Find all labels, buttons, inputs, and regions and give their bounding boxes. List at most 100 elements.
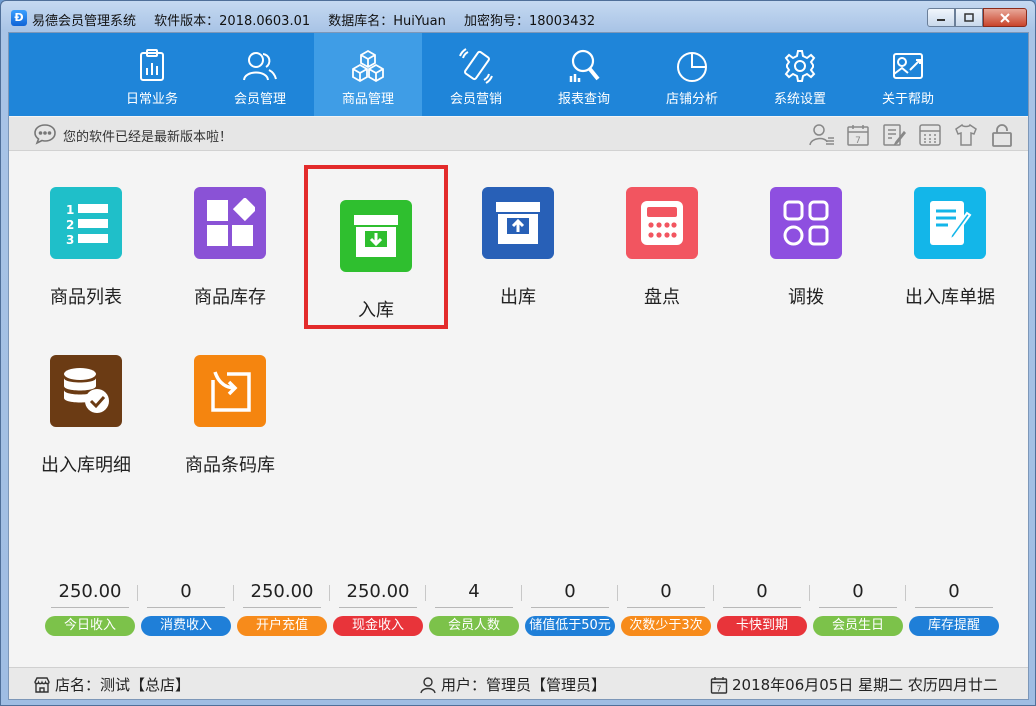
- nav-label: 日常业务: [125, 92, 178, 107]
- calculator-button[interactable]: [912, 121, 948, 149]
- stat-label: 储值低于50元: [525, 616, 615, 636]
- stat-today-income[interactable]: 250.00 今日收入: [42, 579, 138, 636]
- help-icon: [893, 53, 923, 79]
- stat-stock-alert[interactable]: 0 库存提醒: [906, 579, 1002, 636]
- clipboard-chart-icon: [140, 49, 164, 81]
- calendar-day: 7: [716, 684, 721, 693]
- nav-store-analysis[interactable]: 店铺分析: [638, 33, 746, 116]
- update-message: 您的软件已经是最新版本啦！: [63, 130, 233, 145]
- function-tiles: 1 2 3 商品列表 商品库存 入库 出库 盘点 调拨 出入库单据 出入库明细 …: [9, 152, 1028, 572]
- close-button[interactable]: [983, 8, 1027, 27]
- calculator-icon: [626, 187, 698, 259]
- stat-account-recharge[interactable]: 250.00 开户充值: [234, 579, 330, 636]
- import-box-icon: [194, 355, 266, 427]
- user-name: 用户：管理员【管理员】: [441, 676, 607, 694]
- stat-value: 250.00: [58, 581, 122, 602]
- tile-stock-out[interactable]: 出库: [446, 152, 590, 312]
- pie-chart-icon: [677, 52, 707, 82]
- cubes-icon: [352, 49, 384, 83]
- stat-label: 开户充值: [237, 616, 327, 636]
- tile-label: 出入库明细: [41, 455, 131, 476]
- tile-stock-documents[interactable]: 出入库单据: [878, 152, 1022, 312]
- stat-value: 0: [948, 581, 960, 602]
- statistics-panel: 250.00 今日收入 0 消费收入 250.00 开户充值 250.00 现金…: [42, 579, 1002, 636]
- current-date: 2018年06月05日 星期二 农历四月廿二: [732, 676, 998, 694]
- tile-label: 入库: [358, 300, 394, 321]
- top-navigation: 日常业务 会员管理 商品管理 会员营销 报表查询 店铺分析 系统设置 关于帮助: [9, 33, 1028, 116]
- stat-consumption-income[interactable]: 0 消费收入: [138, 579, 234, 636]
- tile-stock-details[interactable]: 出入库明细: [14, 320, 158, 480]
- tile-transfer[interactable]: 调拨: [734, 152, 878, 312]
- stat-label: 会员人数: [429, 616, 519, 636]
- skin-button[interactable]: [948, 121, 984, 149]
- stat-value: 0: [756, 581, 768, 602]
- stat-label: 库存提醒: [909, 616, 999, 636]
- maximize-button[interactable]: [955, 8, 983, 27]
- nav-label: 会员管理: [233, 92, 286, 107]
- nav-member-marketing[interactable]: 会员营销: [422, 33, 530, 116]
- svg-text:2: 2: [66, 218, 74, 232]
- stat-member-birthday[interactable]: 0 会员生日: [810, 579, 906, 636]
- svg-text:1: 1: [66, 203, 74, 217]
- nav-system-settings[interactable]: 系统设置: [746, 33, 854, 116]
- chat-bubble-icon: [34, 124, 56, 145]
- nav-report-query[interactable]: 报表查询: [530, 33, 638, 116]
- stat-value: 0: [660, 581, 672, 602]
- app-logo-icon: Ɖ: [11, 10, 27, 26]
- lock-button[interactable]: [984, 121, 1020, 149]
- tile-product-list[interactable]: 1 2 3 商品列表: [14, 152, 158, 312]
- report-search-icon: [569, 49, 600, 82]
- nav-member-management[interactable]: 会员管理: [206, 33, 314, 116]
- notes-button[interactable]: [876, 121, 912, 149]
- stat-member-count[interactable]: 4 会员人数: [426, 579, 522, 636]
- maximize-icon: [964, 12, 974, 22]
- calendar-button[interactable]: 7: [840, 121, 876, 149]
- close-icon: [1000, 12, 1010, 23]
- minimize-button[interactable]: [927, 8, 955, 27]
- stat-label: 现金收入: [333, 616, 423, 636]
- stat-low-balance[interactable]: 0 储值低于50元: [522, 579, 618, 636]
- app-name: 易德会员管理系统: [32, 14, 137, 29]
- nav-label: 报表查询: [557, 92, 610, 107]
- nav-daily-business[interactable]: 日常业务: [98, 33, 206, 116]
- tshirt-icon: [955, 123, 977, 146]
- tile-label: 出入库单据: [905, 287, 995, 308]
- stat-card-expiring[interactable]: 0 卡快到期: [714, 579, 810, 636]
- database-name: 数据库名：HuiYuan: [328, 14, 446, 29]
- nav-label: 系统设置: [773, 92, 826, 107]
- inbox-down-icon: [340, 200, 412, 272]
- calendar-day: 7: [855, 136, 861, 146]
- database-check-icon: [50, 355, 122, 427]
- nav-label: 商品管理: [341, 92, 394, 107]
- stat-label: 消费收入: [141, 616, 231, 636]
- tile-label: 盘点: [644, 287, 680, 308]
- lock-icon: [992, 124, 1012, 147]
- nav-product-management[interactable]: 商品管理: [314, 33, 422, 116]
- app-window: Ɖ 易德会员管理系统 软件版本：2018.0603.01 数据库名：HuiYua…: [0, 0, 1036, 706]
- numbered-list-icon: 1 2 3: [50, 187, 122, 259]
- member-search-button[interactable]: [804, 121, 840, 149]
- svg-text:3: 3: [66, 233, 74, 246]
- stat-label: 次数少于3次: [621, 616, 711, 636]
- tile-product-stock[interactable]: 商品库存: [158, 152, 302, 312]
- stat-value: 0: [852, 581, 864, 602]
- client-area: 日常业务 会员管理 商品管理 会员营销 报表查询 店铺分析 系统设置 关于帮助 …: [8, 32, 1029, 700]
- user-icon: [420, 676, 436, 693]
- nav-label: 会员营销: [449, 92, 502, 107]
- tile-stocktake[interactable]: 盘点: [590, 152, 734, 312]
- tile-stock-in[interactable]: 入库: [304, 165, 448, 329]
- tile-label: 商品库存: [194, 287, 266, 308]
- stat-value: 250.00: [250, 581, 314, 602]
- transfer-icon: [770, 187, 842, 259]
- stat-low-visits[interactable]: 0 次数少于3次: [618, 579, 714, 636]
- gear-icon: [784, 50, 816, 82]
- stat-cash-income[interactable]: 250.00 现金收入: [330, 579, 426, 636]
- tile-label: 商品条码库: [185, 455, 275, 476]
- grid-blocks-icon: [194, 187, 266, 259]
- store-icon: [34, 676, 50, 693]
- tile-barcode-library[interactable]: 商品条码库: [158, 320, 302, 480]
- nav-about-help[interactable]: 关于帮助: [854, 33, 962, 116]
- status-bar: 店名：测试【总店】 用户：管理员【管理员】 7 2018年06月05日 星期二 …: [9, 667, 1028, 699]
- store-name: 店名：测试【总店】: [55, 676, 191, 694]
- title-bar: Ɖ 易德会员管理系统 软件版本：2018.0603.01 数据库名：HuiYua…: [1, 1, 1035, 33]
